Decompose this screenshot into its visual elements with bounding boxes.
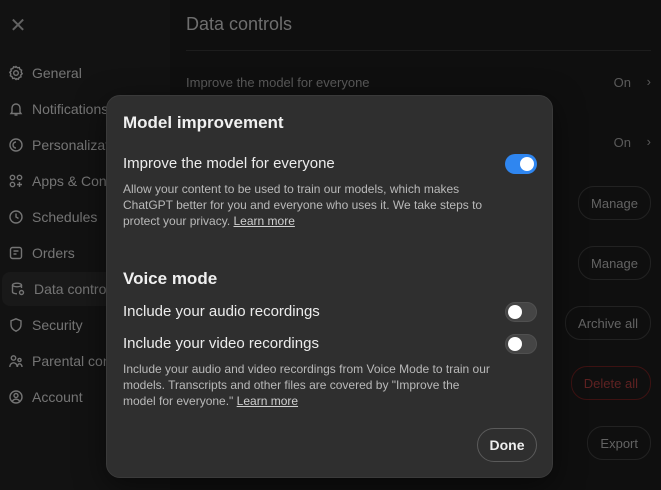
toggle-knob	[508, 337, 522, 351]
improve-model-label: Improve the model for everyone	[123, 155, 335, 172]
toggle-knob	[508, 305, 522, 319]
learn-more-link[interactable]: Learn more	[234, 214, 295, 228]
video-recordings-toggle[interactable]	[505, 334, 537, 354]
model-improvement-dialog: Model improvement Improve the model for …	[106, 95, 553, 478]
audio-recordings-toggle[interactable]	[505, 302, 537, 322]
done-button[interactable]: Done	[477, 428, 537, 462]
description-text: Allow your content to be used to train o…	[123, 182, 483, 228]
improve-model-toggle[interactable]	[505, 154, 537, 174]
description-text: Include your audio and video recordings …	[123, 362, 490, 408]
improve-model-description: Allow your content to be used to train o…	[123, 181, 493, 229]
voice-mode-description: Include your audio and video recordings …	[123, 361, 493, 409]
learn-more-link[interactable]: Learn more	[237, 394, 298, 408]
toggle-knob	[520, 157, 534, 171]
audio-recordings-label: Include your audio recordings	[123, 303, 320, 320]
dialog-title: Model improvement	[123, 113, 284, 132]
video-recordings-label: Include your video recordings	[123, 335, 319, 352]
voice-mode-heading: Voice mode	[123, 269, 218, 288]
